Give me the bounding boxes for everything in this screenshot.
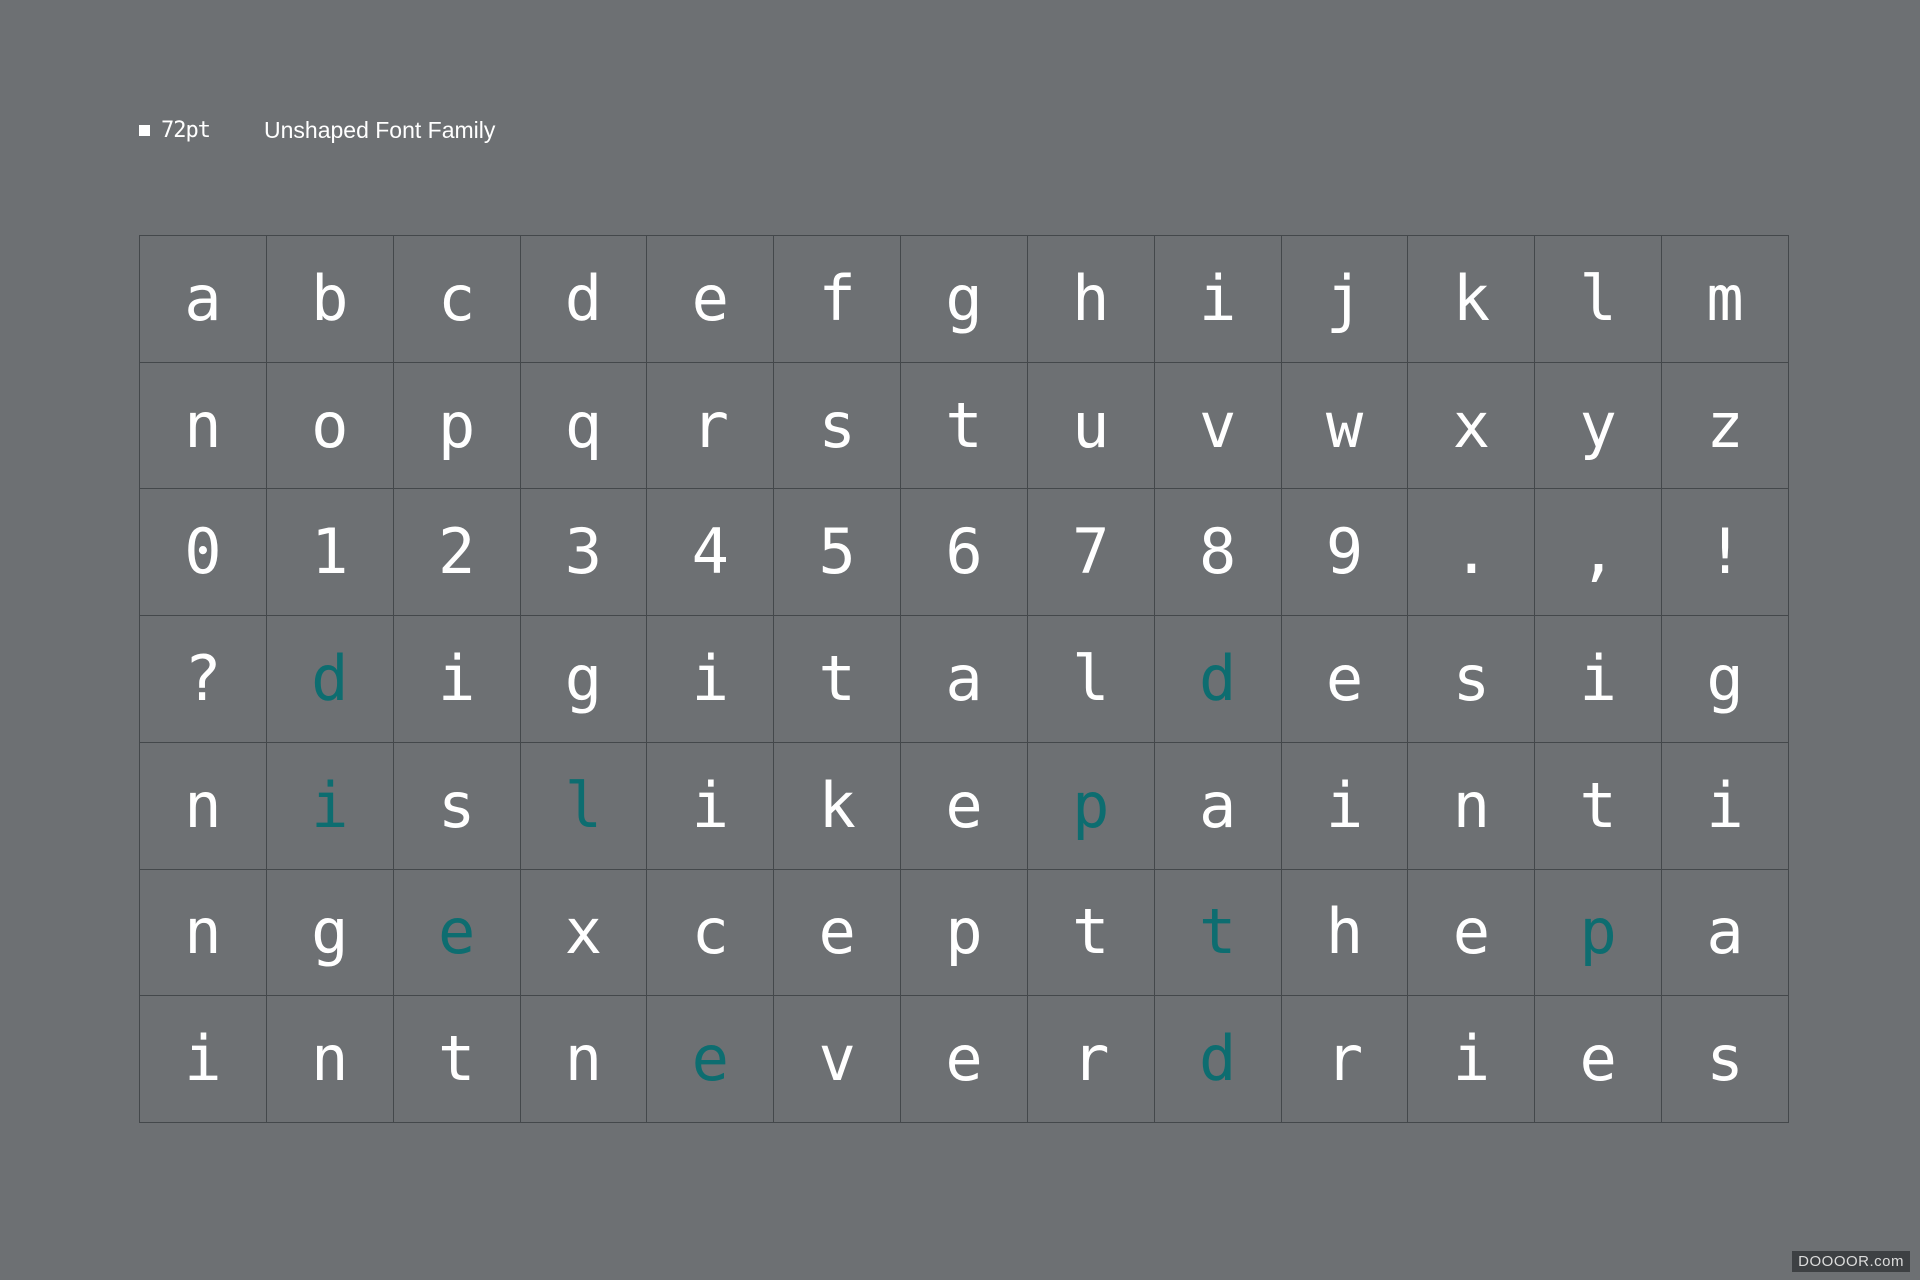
glyph-cell: i bbox=[647, 616, 775, 743]
glyph-cell: r bbox=[1281, 996, 1409, 1123]
glyph-cell: 6 bbox=[901, 489, 1028, 617]
glyph-cell: t bbox=[1535, 742, 1663, 870]
glyph-cell: i bbox=[1408, 996, 1536, 1123]
glyph-cell: x bbox=[1408, 362, 1536, 490]
specimen-header: 72pt Unshaped Font Family bbox=[139, 112, 495, 148]
glyph-cell: e bbox=[1535, 996, 1663, 1123]
glyph-cell: r bbox=[647, 362, 775, 490]
glyph-cell: v bbox=[774, 996, 902, 1123]
glyph-cell: e bbox=[901, 996, 1028, 1123]
glyph-cell: m bbox=[1662, 236, 1789, 363]
glyph-cell: g bbox=[266, 869, 394, 997]
glyph-cell: 3 bbox=[520, 489, 648, 617]
glyph-cell: 0 bbox=[140, 489, 267, 617]
font-family-title: Unshaped Font Family bbox=[264, 116, 496, 143]
point-size-label: 72pt bbox=[161, 117, 211, 143]
glyph-cell: e bbox=[393, 869, 521, 997]
glyph-cell: f bbox=[774, 236, 902, 363]
glyph-cell: o bbox=[266, 362, 394, 490]
glyph-cell: i bbox=[1281, 742, 1409, 870]
glyph-cell: h bbox=[1281, 869, 1409, 997]
glyph-cell: 5 bbox=[774, 489, 902, 617]
glyph-cell: s bbox=[393, 742, 521, 870]
glyph-cell: a bbox=[1662, 869, 1789, 997]
glyph-cell: n bbox=[140, 869, 267, 997]
glyph-cell: n bbox=[140, 742, 267, 870]
glyph-cell: c bbox=[393, 236, 521, 363]
glyph-cell: t bbox=[393, 996, 521, 1123]
glyph-cell: d bbox=[1154, 996, 1282, 1123]
glyph-cell: d bbox=[1154, 616, 1282, 743]
glyph-cell: i bbox=[1154, 236, 1282, 363]
glyph-cell: w bbox=[1281, 362, 1409, 490]
glyph-cell: n bbox=[266, 996, 394, 1123]
glyph-cell: 1 bbox=[266, 489, 394, 617]
glyph-cell: u bbox=[1027, 362, 1155, 490]
glyph-cell: ! bbox=[1662, 489, 1789, 617]
glyph-cell: 7 bbox=[1027, 489, 1155, 617]
glyph-cell: t bbox=[901, 362, 1028, 490]
glyph-cell: p bbox=[1535, 869, 1663, 997]
glyph-cell: s bbox=[1408, 616, 1536, 743]
glyph-cell: j bbox=[1281, 236, 1409, 363]
glyph-cell: t bbox=[1154, 869, 1282, 997]
glyph-cell: l bbox=[1027, 616, 1155, 743]
glyph-cell: i bbox=[647, 742, 775, 870]
glyph-cell: n bbox=[520, 996, 648, 1123]
glyph-cell: e bbox=[901, 742, 1028, 870]
watermark: DOOOOR.com bbox=[1792, 1251, 1910, 1272]
glyph-cell: e bbox=[647, 996, 775, 1123]
glyph-cell: a bbox=[140, 236, 267, 363]
glyph-cell: i bbox=[266, 742, 394, 870]
square-bullet-icon bbox=[139, 124, 150, 136]
glyph-cell: 9 bbox=[1281, 489, 1409, 617]
glyph-cell: i bbox=[1662, 742, 1789, 870]
glyph-cell: a bbox=[901, 616, 1028, 743]
glyph-cell: n bbox=[1408, 742, 1536, 870]
glyph-cell: p bbox=[901, 869, 1028, 997]
glyph-cell: e bbox=[647, 236, 775, 363]
glyph-cell: d bbox=[520, 236, 648, 363]
glyph-cell: g bbox=[901, 236, 1028, 363]
glyph-cell: y bbox=[1535, 362, 1663, 490]
glyph-cell: e bbox=[1281, 616, 1409, 743]
glyph-cell: x bbox=[520, 869, 648, 997]
glyph-cell: 2 bbox=[393, 489, 521, 617]
glyph-cell: i bbox=[140, 996, 267, 1123]
glyph-cell: ? bbox=[140, 616, 267, 743]
glyph-cell: q bbox=[520, 362, 648, 490]
glyph-cell: c bbox=[647, 869, 775, 997]
glyph-cell: e bbox=[1408, 869, 1536, 997]
glyph-cell: k bbox=[1408, 236, 1536, 363]
glyph-cell: d bbox=[266, 616, 394, 743]
glyph-cell: s bbox=[774, 362, 902, 490]
glyph-cell: i bbox=[1535, 616, 1663, 743]
glyph-cell: l bbox=[1535, 236, 1663, 363]
glyph-cell: k bbox=[774, 742, 902, 870]
glyph-cell: h bbox=[1027, 236, 1155, 363]
glyph-cell: v bbox=[1154, 362, 1282, 490]
glyph-cell: t bbox=[1027, 869, 1155, 997]
glyph-cell: a bbox=[1154, 742, 1282, 870]
glyph-cell: 8 bbox=[1154, 489, 1282, 617]
glyph-cell: 4 bbox=[647, 489, 775, 617]
glyph-cell: p bbox=[393, 362, 521, 490]
glyph-cell: l bbox=[520, 742, 648, 870]
glyph-cell: . bbox=[1408, 489, 1536, 617]
glyph-cell: g bbox=[520, 616, 648, 743]
glyph-cell: i bbox=[393, 616, 521, 743]
glyph-cell: e bbox=[774, 869, 902, 997]
glyph-cell: b bbox=[266, 236, 394, 363]
glyph-cell: t bbox=[774, 616, 902, 743]
glyph-cell: , bbox=[1535, 489, 1663, 617]
glyph-cell: p bbox=[1027, 742, 1155, 870]
glyph-grid: a b c d e f g h i j k l m n o p q r s t u v w x y z 0 1 2 3 4 5 6 7 8 9.,!?… bbox=[139, 235, 1789, 1123]
glyph-cell: r bbox=[1027, 996, 1155, 1123]
glyph-cell: g bbox=[1662, 616, 1789, 743]
glyph-cell: s bbox=[1662, 996, 1789, 1123]
glyph-cell: n bbox=[140, 362, 267, 490]
glyph-cell: z bbox=[1662, 362, 1789, 490]
